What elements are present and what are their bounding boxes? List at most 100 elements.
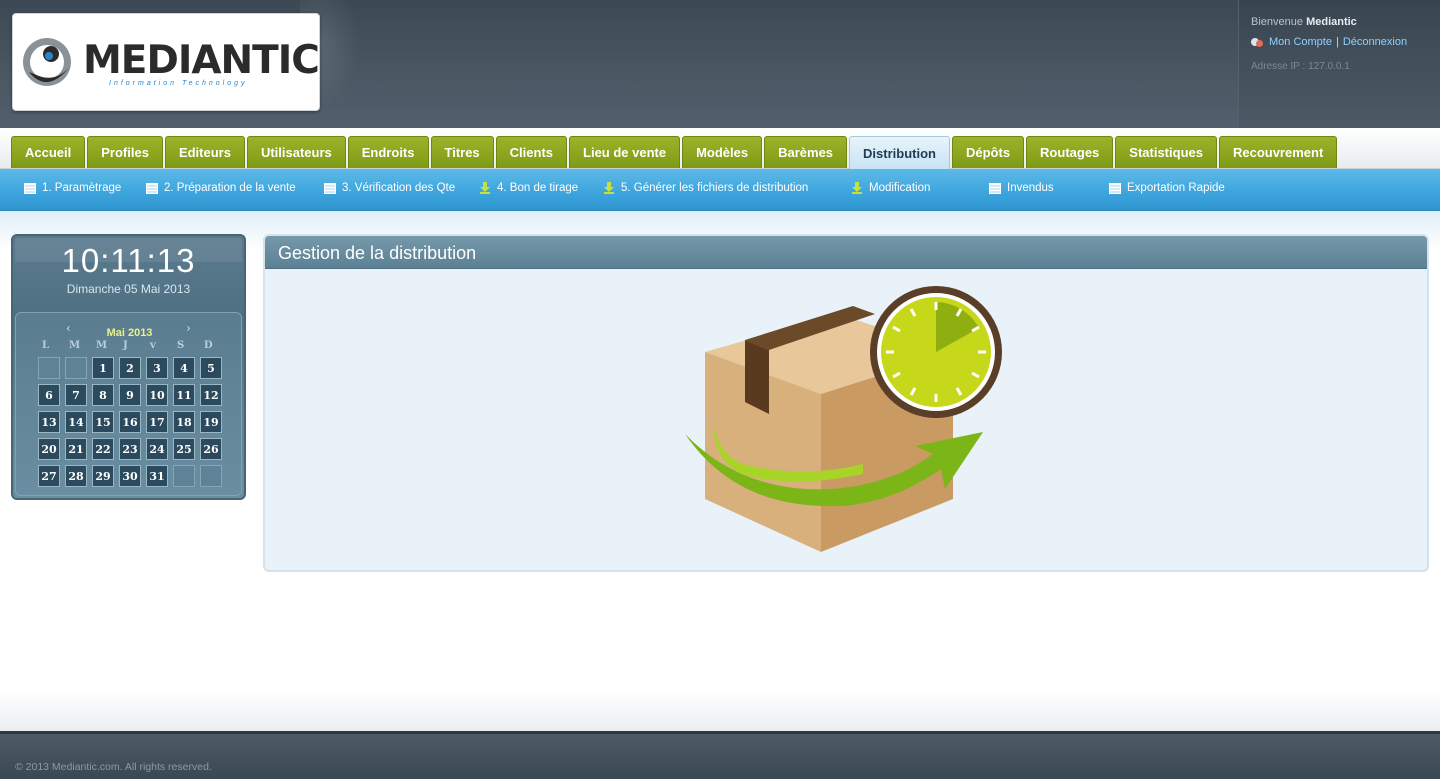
panel-header: Gestion de la distribution	[265, 236, 1427, 269]
calendar-day[interactable]: 17	[146, 411, 168, 433]
ip-address: Adresse IP : 127.0.0.1	[1251, 61, 1350, 72]
tab-bar-mes[interactable]: Barèmes	[764, 136, 848, 168]
welcome-text: Bienvenue Mediantic	[1251, 16, 1357, 28]
prev-month-icon[interactable]: ‹	[66, 321, 71, 335]
grid-icon	[989, 182, 1001, 194]
logo[interactable]: MEDIANTIC Information Technology	[12, 13, 320, 111]
subnav-item-7[interactable]: Invendus	[989, 182, 1054, 194]
calendar-day[interactable]: 28	[65, 465, 87, 487]
welcome-prefix: Bienvenue	[1251, 16, 1303, 28]
weekday-label: S	[177, 340, 185, 351]
subnav-item-4[interactable]: 4. Bon de tirage	[479, 182, 578, 194]
calendar-day[interactable]: 24	[146, 438, 168, 460]
calendar-day[interactable]: 10	[146, 384, 168, 406]
grid-icon	[24, 182, 36, 194]
subnav-label: 4. Bon de tirage	[497, 182, 579, 194]
calendar: ‹ Mai 2013 › LMMJvSD 1 2 3 4 5 6 7 8 9 10 11 12 13 14…	[15, 312, 242, 496]
calendar-week: 27 28 29 30 31	[38, 465, 227, 492]
panel-title: Gestion de la distribution	[278, 243, 477, 263]
weekday-label: M	[69, 340, 81, 351]
calendar-day[interactable]: 18	[173, 411, 195, 433]
calendar-grid: 1 2 3 4 5 6 7 8 9 10 11 12 13 14 15 16 17 18 19 20 21 22 23 24 2…	[38, 357, 227, 492]
calendar-day[interactable]: 29	[92, 465, 114, 487]
calendar-day[interactable]: 23	[119, 438, 141, 460]
calendar-day[interactable]: 5	[200, 357, 222, 379]
calendar-weekdays: L M M Jv S D	[38, 340, 227, 351]
calendar-day[interactable]: 31	[146, 465, 168, 487]
weekday-label: v	[150, 340, 156, 351]
tab-utilisateurs[interactable]: Utilisateurs	[246, 136, 346, 168]
tab-lieu-de-vente[interactable]: Lieu de vente	[569, 136, 681, 168]
tab-mod-les[interactable]: Modèles	[682, 136, 763, 168]
calendar-day[interactable]: 22	[92, 438, 114, 460]
calendar-day[interactable]: 4	[173, 357, 195, 379]
grid-icon	[324, 182, 336, 194]
tab-profiles[interactable]: Profiles	[87, 136, 163, 168]
tab-endroits[interactable]: Endroits	[347, 136, 429, 168]
user-account-icon	[1251, 36, 1265, 48]
calendar-day[interactable]: 25	[173, 438, 195, 460]
grid-icon	[146, 182, 158, 194]
main-tabs: Accueil Profiles Editeurs Utilisateurs Endro…	[11, 136, 1338, 169]
calendar-day[interactable]: 15	[92, 411, 114, 433]
subnav-label: 2. Préparation de la vente	[164, 182, 296, 194]
next-month-icon[interactable]: ›	[186, 321, 191, 335]
tab-statistiques[interactable]: Statistiques	[1115, 136, 1217, 168]
my-account-link[interactable]: Mon Compte	[1269, 36, 1332, 48]
weekday-label: L	[42, 340, 50, 351]
calendar-day[interactable]: 27	[38, 465, 60, 487]
download-icon	[851, 182, 863, 194]
calendar-empty-cell	[65, 357, 87, 379]
subnav-label: 3. Vérification des Qte	[342, 182, 456, 194]
calendar-day[interactable]: 1	[92, 357, 114, 379]
calendar-day[interactable]: 8	[92, 384, 114, 406]
calendar-day[interactable]: 12	[200, 384, 222, 406]
subnav-item-6[interactable]: Modification	[851, 182, 930, 194]
user-panel: Bienvenue Mediantic Mon Compte | Déconne…	[1238, 0, 1440, 128]
calendar-day[interactable]: 21	[65, 438, 87, 460]
logout-link[interactable]: Déconnexion	[1343, 36, 1407, 48]
calendar-day[interactable]: 11	[173, 384, 195, 406]
tab-d-p-ts[interactable]: Dépôts	[951, 136, 1025, 168]
weekday-label: D	[204, 340, 213, 351]
tab-routages[interactable]: Routages	[1026, 136, 1114, 168]
link-separator: |	[1335, 36, 1339, 48]
calendar-day[interactable]: 16	[119, 411, 141, 433]
calendar-day[interactable]: 2	[119, 357, 141, 379]
tab-accueil[interactable]: Accueil	[11, 136, 86, 168]
calendar-day[interactable]: 6	[38, 384, 60, 406]
distribution-box-clock-illustration	[685, 286, 1002, 552]
download-icon	[479, 182, 491, 194]
tab-clients[interactable]: Clients	[495, 136, 568, 168]
subnav-item-8[interactable]: Exportation Rapide	[1109, 182, 1225, 194]
calendar-day[interactable]: 14	[65, 411, 87, 433]
copyright-text: © 2013 Mediantic.com. All rights reserve…	[15, 761, 212, 773]
calendar-empty-cell	[173, 465, 195, 487]
footer: © 2013 Mediantic.com. All rights reserve…	[0, 731, 1440, 779]
subnav-label: Invendus	[1007, 182, 1054, 194]
subnav-item-3[interactable]: 3. Vérification des Qte	[324, 182, 455, 194]
distribution-panel: Gestion de la distribution	[263, 234, 1429, 572]
calendar-day[interactable]: 19	[200, 411, 222, 433]
tab-editeurs[interactable]: Editeurs	[164, 136, 245, 168]
subnav-label: 5. Générer les fichiers de distribution	[621, 182, 809, 194]
tab-distribution[interactable]: Distribution	[849, 136, 950, 169]
calendar-week: 6 7 8 9 10 11 12	[38, 384, 227, 411]
subnav-item-2[interactable]: 2. Préparation de la vente	[146, 182, 296, 194]
calendar-day[interactable]: 13	[38, 411, 60, 433]
calendar-day[interactable]: 9	[119, 384, 141, 406]
tab-recouvrement[interactable]: Recouvrement	[1218, 136, 1338, 168]
subnav-item-5[interactable]: 5. Générer les fichiers de distribution	[603, 182, 808, 194]
subnav-item-1[interactable]: 1. Paramètrage	[24, 182, 121, 194]
calendar-day[interactable]: 30	[119, 465, 141, 487]
main-nav: Accueil Profiles Editeurs Utilisateurs Endro…	[0, 128, 1440, 169]
header: MEDIANTIC Information Technology Bienven…	[0, 0, 1440, 128]
clock-time: 10:11:13	[61, 242, 196, 279]
tab-titres[interactable]: Titres	[430, 136, 494, 168]
calendar-month: Mai 2013	[106, 327, 153, 339]
calendar-day[interactable]: 3	[146, 357, 168, 379]
calendar-day[interactable]: 20	[38, 438, 60, 460]
calendar-day[interactable]: 7	[65, 384, 87, 406]
calendar-week: 20 21 22 23 24 25 26	[38, 438, 227, 465]
calendar-day[interactable]: 26	[200, 438, 222, 460]
